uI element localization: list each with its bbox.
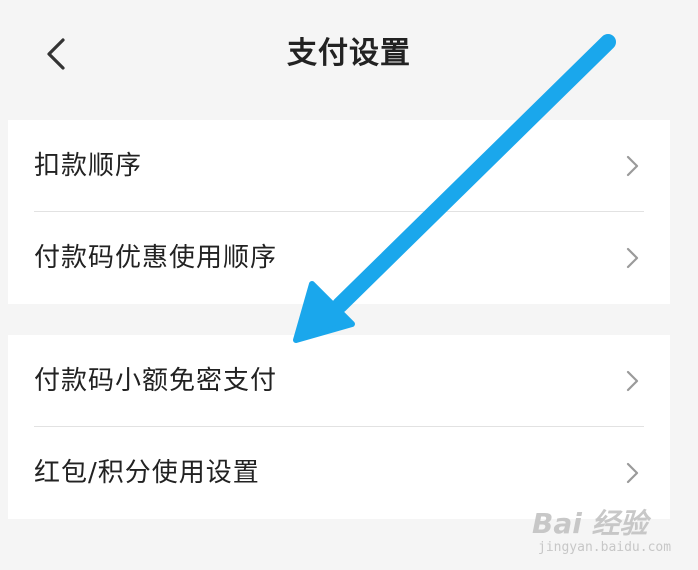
page-title: 支付设置 xyxy=(287,36,411,71)
row-label: 扣款顺序 xyxy=(34,151,143,181)
row-label: 付款码优惠使用顺序 xyxy=(34,243,278,273)
nav-header: 支付设置 xyxy=(0,0,698,108)
payment-settings-page: 支付设置 扣款顺序 付款码优惠使用顺序 付款码小额免密支付 红包/积分使用设置 xyxy=(0,0,698,570)
chevron-right-icon xyxy=(626,462,639,484)
chevron-right-icon xyxy=(626,247,639,269)
row-small-password-free-payment[interactable]: 付款码小额免密支付 xyxy=(8,335,670,427)
settings-group-2: 付款码小额免密支付 红包/积分使用设置 xyxy=(8,335,670,519)
watermark-sub: jingyan.baidu.com xyxy=(538,540,672,555)
chevron-right-icon xyxy=(626,155,639,177)
row-deduction-order[interactable]: 扣款顺序 xyxy=(8,120,670,212)
settings-group-1: 扣款顺序 付款码优惠使用顺序 xyxy=(8,120,670,304)
row-payment-code-discount-order[interactable]: 付款码优惠使用顺序 xyxy=(8,212,670,304)
row-red-packet-points-settings[interactable]: 红包/积分使用设置 xyxy=(8,427,670,519)
row-label: 付款码小额免密支付 xyxy=(34,366,278,396)
chevron-right-icon xyxy=(626,370,639,392)
row-label: 红包/积分使用设置 xyxy=(34,458,260,488)
